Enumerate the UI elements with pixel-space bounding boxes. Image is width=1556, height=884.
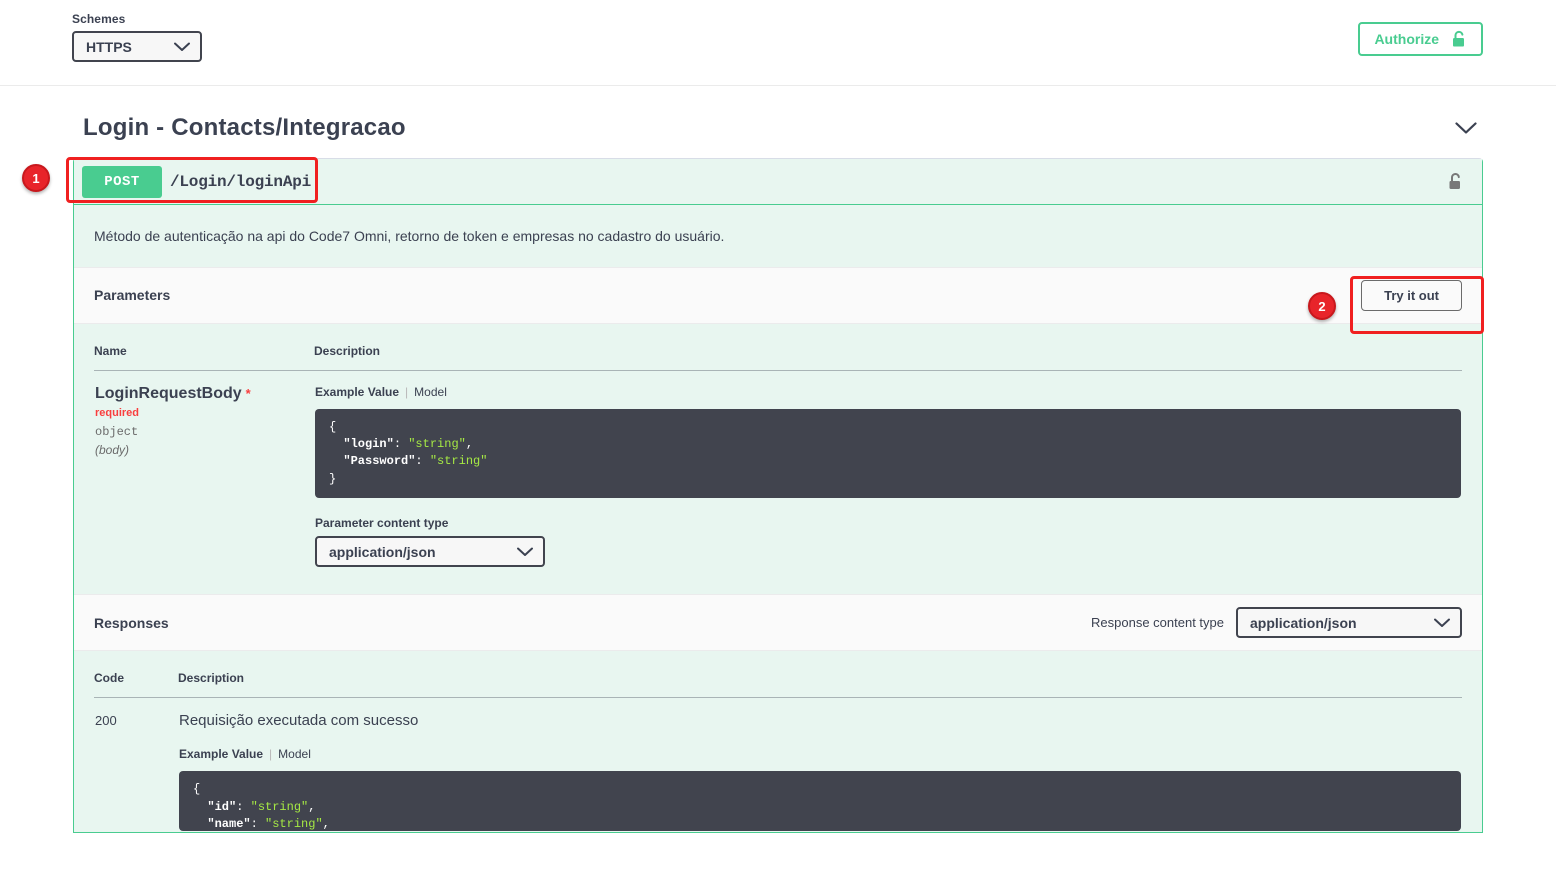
code-value-id: "string" [250,799,309,814]
response-content-type-value: application/json [1250,614,1357,631]
page-title: Login - Contacts/Integracao [83,114,406,141]
code-key-next: "name" [207,816,251,831]
required-star: * [245,385,251,401]
responses-section-header: Responses Response content type applicat… [74,594,1482,652]
response-description: Requisição executada com sucesso [179,712,419,730]
response-code: 200 [95,713,117,729]
parameters-title: Parameters [94,287,171,304]
schemes-label: Schemes [72,12,126,26]
request-example-code: { "login": "string", "Password": "string… [315,408,1461,499]
code-value-login: "string" [408,436,466,451]
authorize-button-label: Authorize [1374,31,1439,47]
unlock-icon[interactable] [1447,172,1472,191]
response-description-cell: Requisição executada com sucesso Example… [178,698,1462,833]
response-example-code: { "id": "string", "name": "string", [179,771,1461,832]
schemes-select[interactable]: HTTPS [72,31,202,62]
parameters-col-name: Name [94,343,314,371]
schemes-authorize-bar: Schemes HTTPS Authorize [0,0,1556,86]
response-example-model-tabs: Example Value | Model [179,747,1461,761]
code-key-login: "login" [343,436,394,451]
response-content-type-label: Response content type [1091,615,1224,631]
tab-example-value[interactable]: Example Value [315,385,399,399]
opblock-post-login: POST /Login/loginApi Método de autentica… [73,158,1483,834]
tag-header[interactable]: Login - Contacts/Integracao [73,86,1483,158]
schemes-block: Schemes HTTPS [72,12,202,62]
chevron-down-icon[interactable] [1455,121,1483,135]
try-it-out-button[interactable]: Try it out [1361,279,1462,311]
table-row: 200 Requisição executada com sucesso Exa… [94,698,1462,833]
chevron-down-icon [1434,618,1450,628]
http-method-badge: POST [82,165,162,198]
parameters-table: Name Description LoginRequestBody * requi… [94,343,1462,569]
code-line-1: { [329,419,337,434]
responses-table-wrap: Code Description 200 Requisição executad… [74,651,1482,832]
table-row: LoginRequestBody * required object (body)… [94,370,1462,568]
code-key-id: "id" [207,799,237,814]
code-line-4: } [329,471,337,486]
parameter-content-type-value: application/json [329,543,436,560]
tab-separator: | [405,384,409,399]
parameter-name: LoginRequestBody [95,384,242,402]
opblock-body: Método de autenticação na api do Code7 O… [74,205,1482,833]
parameters-section-header: Parameters Try it out [74,266,1482,324]
code-key-password: "Password" [343,454,416,469]
responses-table: Code Description 200 Requisição executad… [94,671,1462,832]
response-content-type-block: Response content type application/json [1091,607,1462,639]
code-value-next: "string" [265,816,323,831]
tab-model[interactable]: Model [278,747,311,761]
operation-description: Método de autenticação na api do Code7 O… [94,228,725,244]
tab-separator: | [269,747,273,762]
parameter-content-type-select[interactable]: application/json [315,536,545,568]
responses-table-head-row: Code Description [94,671,1462,699]
unlock-icon [1451,30,1467,48]
parameters-table-head-row: Name Description [94,343,1462,371]
parameters-table-wrap: Name Description LoginRequestBody * requi… [74,324,1482,595]
parameter-description-cell: Example Value | Model { "login": "string",… [314,370,1462,568]
response-content-type-select[interactable]: application/json [1236,607,1462,639]
operation-path: /Login/loginApi [170,172,312,191]
response-code-cell: 200 [94,698,178,833]
required-label: required [95,406,140,419]
parameters-col-description: Description [314,343,1462,371]
tab-example-value[interactable]: Example Value [179,747,263,761]
chevron-down-icon [174,42,190,52]
parameter-type: object [95,424,139,439]
code-line-1: { [193,782,201,797]
tag-section: Login - Contacts/Integracao POST /Login/… [0,86,1556,834]
responses-col-description: Description [178,671,1462,699]
parameter-content-type-label: Parameter content type [315,516,449,531]
code-value-password: "string" [429,454,488,469]
responses-title: Responses [94,614,169,631]
example-model-tabs: Example Value | Model [315,385,1461,399]
schemes-select-value: HTTPS [86,38,132,55]
authorize-button[interactable]: Authorize [1358,22,1483,56]
parameter-name-cell: LoginRequestBody * required object (body) [94,370,314,568]
responses-col-code: Code [94,671,178,699]
swagger-ui-page: Schemes HTTPS Authorize Login - Contacts… [0,0,1556,884]
parameter-location: (body) [95,442,130,457]
chevron-down-icon [517,547,533,557]
opblock-summary[interactable]: POST /Login/loginApi [74,159,1482,205]
tab-model[interactable]: Model [414,385,447,399]
